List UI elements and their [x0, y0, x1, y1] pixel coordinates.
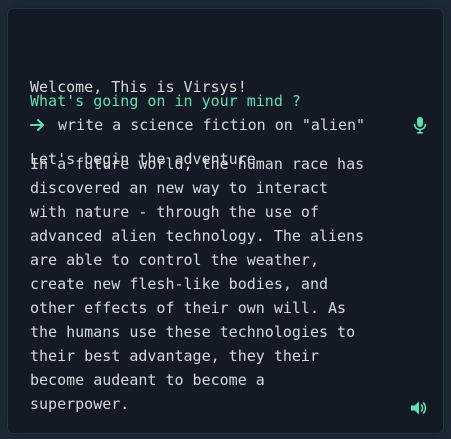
chat-panel: Welcome, This is Virsys! Let's begin the…: [8, 9, 443, 433]
response-line: discovered an new way to interact: [30, 179, 329, 197]
response-line: superpower.: [30, 395, 130, 413]
microphone-icon[interactable]: [413, 116, 427, 134]
arrow-right-icon: [30, 119, 44, 131]
ai-response: In a future world, the human race has di…: [30, 152, 420, 416]
response-line: advanced alien technology. The aliens: [30, 227, 365, 245]
response-line: are able to control the weather,: [30, 251, 319, 269]
response-line: their best advantage, they their: [30, 347, 319, 365]
response-line: other effects of their own will. As: [30, 299, 347, 317]
response-line: become audeant to become a: [30, 371, 265, 389]
speaker-icon[interactable]: [410, 400, 428, 416]
response-line: create new flesh-like bodies, and: [30, 275, 329, 293]
response-line: In a future world, the human race has: [30, 155, 365, 173]
user-prompt-text: write a science fiction on "alien": [58, 116, 366, 134]
response-line: the humans use these technologies to: [30, 323, 356, 341]
prompt-question: What's going on in your mind ?: [30, 92, 301, 110]
prompt-row: write a science fiction on "alien": [30, 114, 430, 136]
response-line: with nature - through the use of: [30, 203, 319, 221]
